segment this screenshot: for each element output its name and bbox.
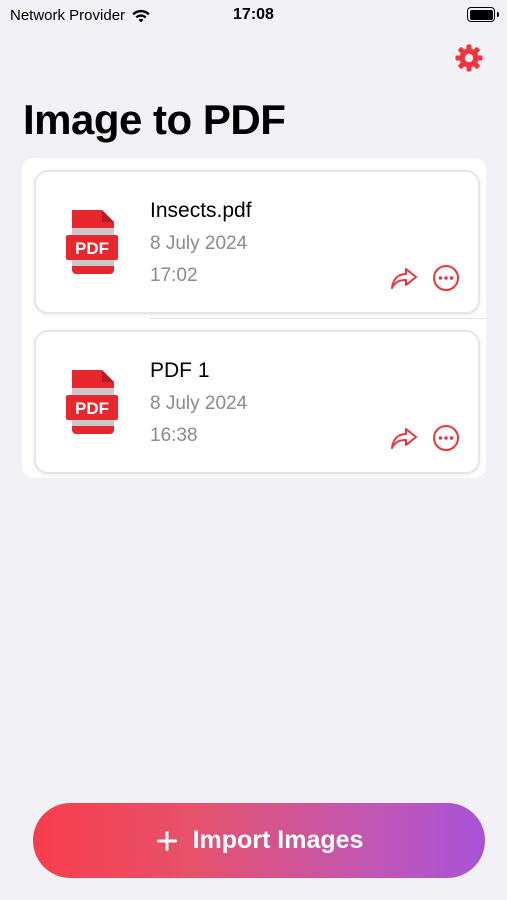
pdf-file-icon: PDF [66,370,118,434]
import-images-label: Import Images [192,826,364,854]
pdf-badge-text: PDF [75,239,109,258]
page-title: Image to PDF [23,96,286,143]
gear-icon [455,44,483,72]
file-date: 8 July 2024 [150,233,248,254]
share-icon[interactable] [389,424,419,452]
status-time: 17:08 [233,6,274,23]
file-time: 17:02 [150,265,198,286]
list-divider [150,318,486,319]
file-time: 16:38 [150,425,198,446]
share-icon[interactable] [389,264,419,292]
file-list: PDF Insects.pdf 8 July 2024 17:02 PDF PD… [22,158,486,478]
import-images-button[interactable]: Import Images [33,803,485,878]
pdf-badge-text: PDF [75,399,109,418]
list-item[interactable]: PDF Insects.pdf 8 July 2024 17:02 [34,170,480,314]
more-options-icon[interactable] [432,424,460,452]
pdf-file-icon: PDF [66,210,118,274]
more-options-icon[interactable] [432,264,460,292]
file-date: 8 July 2024 [150,393,248,414]
file-name: PDF 1 [150,359,210,382]
plus-icon [156,830,177,851]
list-item[interactable]: PDF PDF 1 8 July 2024 16:38 [34,330,480,474]
battery-icon [467,7,499,22]
file-name: Insects.pdf [150,199,252,222]
settings-button[interactable] [453,42,485,74]
status-bar: Network Provider 17:08 [0,0,507,32]
